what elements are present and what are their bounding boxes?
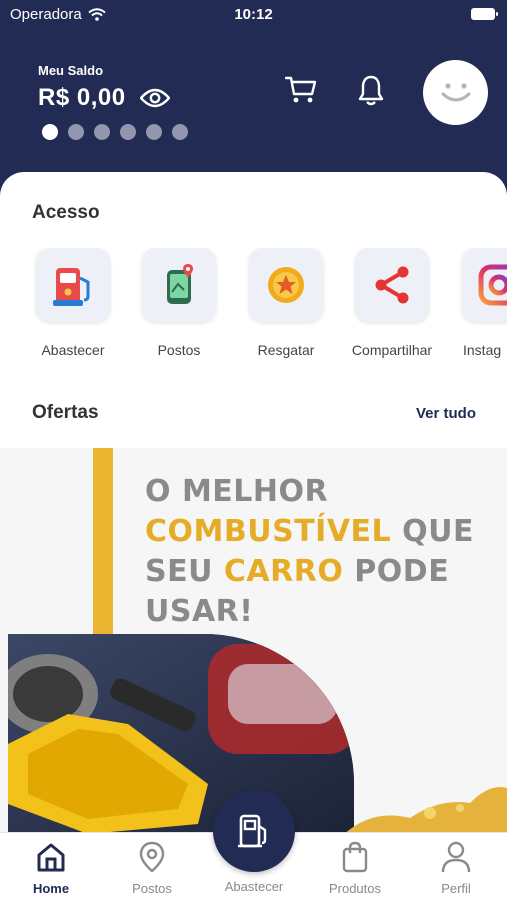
eye-icon[interactable] xyxy=(139,88,170,108)
balance-carousel-dots xyxy=(42,124,188,140)
balance-value: R$ 0,00 xyxy=(38,84,126,111)
nav-home[interactable]: Home xyxy=(6,833,96,896)
carousel-dot[interactable] xyxy=(120,124,136,140)
cart-button[interactable] xyxy=(285,74,317,106)
offers-section-title: Ofertas xyxy=(32,402,99,423)
battery-icon xyxy=(471,8,498,20)
access-section-title: Acesso xyxy=(32,202,100,223)
see-all-link[interactable]: Ver tudo xyxy=(416,405,476,422)
banner-accent-bar xyxy=(93,448,113,638)
access-item-postos[interactable]: Postos xyxy=(125,248,233,358)
user-icon xyxy=(441,841,471,873)
access-label: Abastecer xyxy=(41,342,105,358)
access-item-resgatar[interactable]: Resgatar xyxy=(232,248,340,358)
banner-line: QUE xyxy=(391,514,474,549)
coin-star-icon xyxy=(268,267,304,303)
bell-icon xyxy=(358,75,384,106)
nav-label: Home xyxy=(32,881,70,896)
fuel-pump-icon xyxy=(53,268,90,306)
banner-line: USAR! xyxy=(145,594,254,629)
carousel-dot[interactable] xyxy=(42,124,58,140)
banner-highlight: COMBUSTÍVEL xyxy=(145,514,392,549)
access-label: Compartilhar xyxy=(351,342,433,358)
home-icon xyxy=(37,843,65,872)
carousel-dot[interactable] xyxy=(94,124,110,140)
abastecer-fab-button[interactable] xyxy=(213,790,295,872)
banner-line: SEU xyxy=(145,554,224,589)
access-shortcuts[interactable]: Abastecer Postos Resgatar Compartilhar I… xyxy=(0,248,507,368)
clock: 10:12 xyxy=(234,6,273,23)
map-pin-icon xyxy=(167,264,193,304)
nav-postos[interactable]: Postos xyxy=(107,833,197,896)
cart-icon xyxy=(285,76,317,103)
status-bar: Operadora 10:12 xyxy=(0,0,507,30)
access-item-abastecer[interactable]: Abastecer xyxy=(19,248,127,358)
fuel-nozzle-image xyxy=(8,634,354,832)
smiley-face-icon xyxy=(441,82,470,101)
banner-highlight: CARRO xyxy=(223,554,344,589)
notifications-button[interactable] xyxy=(355,74,387,106)
location-pin-icon xyxy=(139,841,165,873)
banner-headline: O MELHOR COMBUSTÍVEL QUE SEU CARRO PODE … xyxy=(145,472,474,632)
abastecer-fab-label: Abastecer xyxy=(224,879,284,894)
carousel-dot[interactable] xyxy=(172,124,188,140)
access-label: Instag xyxy=(463,342,502,358)
banner-line: PODE xyxy=(343,554,450,589)
fuel-splash-image xyxy=(346,787,507,832)
access-item-compartilhar[interactable]: Compartilhar xyxy=(338,248,446,358)
shopping-bag-icon xyxy=(342,841,368,873)
balance-label: Meu Saldo xyxy=(38,63,104,78)
fuel-pump-icon xyxy=(238,814,267,848)
share-icon xyxy=(375,266,409,304)
nav-perfil[interactable]: Perfil xyxy=(411,833,501,896)
nav-produtos[interactable]: Produtos xyxy=(310,833,400,896)
carousel-dot[interactable] xyxy=(146,124,162,140)
nav-label: Produtos xyxy=(328,881,382,896)
nav-label: Perfil xyxy=(441,881,471,896)
access-label: Resgatar xyxy=(257,342,315,358)
access-item-instagram[interactable]: Instag xyxy=(445,248,507,358)
carousel-dot[interactable] xyxy=(68,124,84,140)
banner-line: O MELHOR xyxy=(145,474,329,509)
nav-label: Postos xyxy=(132,881,172,896)
offer-banner[interactable]: O MELHOR COMBUSTÍVEL QUE SEU CARRO PODE … xyxy=(0,448,507,832)
instagram-icon xyxy=(478,264,507,306)
avatar[interactable] xyxy=(423,60,488,125)
access-label: Postos xyxy=(157,342,201,358)
